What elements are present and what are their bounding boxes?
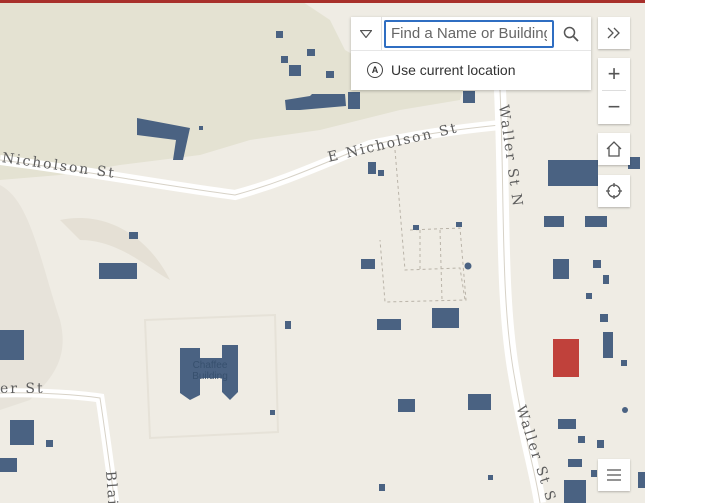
double-chevron-right-icon [607, 27, 620, 39]
use-current-location-option[interactable]: A Use current location [351, 51, 591, 89]
home-button[interactable] [598, 133, 630, 165]
home-icon [606, 141, 622, 157]
search-source-dropdown[interactable] [351, 17, 382, 50]
street-label-blain: Blain [102, 470, 122, 503]
zoom-controls: + − [598, 58, 630, 124]
expand-button[interactable] [598, 17, 630, 49]
list-icon [607, 469, 621, 481]
zoom-in-button[interactable]: + [598, 58, 630, 90]
magnifier-icon [563, 26, 579, 42]
search-widget: A Use current location [351, 17, 591, 90]
search-input[interactable] [384, 19, 554, 48]
triangle-down-icon [360, 29, 372, 38]
location-circle-icon: A [367, 62, 383, 78]
locate-button[interactable] [598, 175, 630, 207]
header-bar [0, 0, 645, 3]
street-label-west: er St [0, 381, 45, 397]
layer-list-button[interactable] [598, 459, 630, 491]
zoom-out-button[interactable]: − [598, 91, 630, 123]
building-label: Chaffee Building [192, 360, 228, 382]
search-button[interactable] [554, 17, 588, 50]
crosshair-icon [606, 183, 622, 199]
suggestion-label: Use current location [391, 62, 516, 78]
search-row [351, 17, 591, 51]
